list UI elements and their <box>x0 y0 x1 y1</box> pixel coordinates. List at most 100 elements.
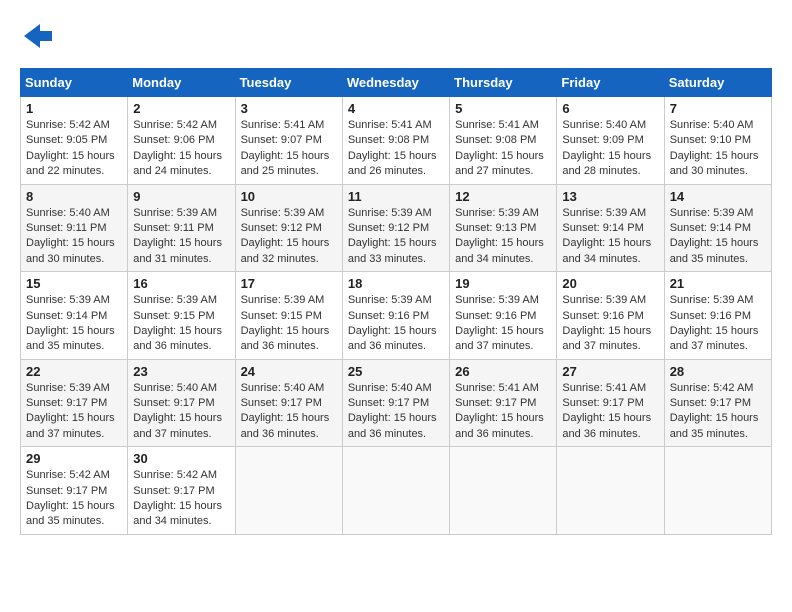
day-number: 27 <box>562 364 658 379</box>
day-of-week-header: Tuesday <box>235 69 342 97</box>
day-number: 22 <box>26 364 122 379</box>
day-number: 2 <box>133 101 229 116</box>
calendar-cell: 18 Sunrise: 5:39 AM Sunset: 9:16 PM Dayl… <box>342 272 449 360</box>
day-number: 21 <box>670 276 766 291</box>
day-number: 1 <box>26 101 122 116</box>
day-of-week-header: Sunday <box>21 69 128 97</box>
calendar-cell: 14 Sunrise: 5:39 AM Sunset: 9:14 PM Dayl… <box>664 184 771 272</box>
logo <box>20 20 58 52</box>
day-number: 11 <box>348 189 444 204</box>
day-info: Sunrise: 5:41 AM Sunset: 9:17 PM Dayligh… <box>455 381 551 443</box>
calendar-cell: 4 Sunrise: 5:41 AM Sunset: 9:08 PM Dayli… <box>342 97 449 185</box>
logo-icon <box>20 20 52 52</box>
calendar-week-row: 22 Sunrise: 5:39 AM Sunset: 9:17 PM Dayl… <box>21 359 772 447</box>
day-number: 23 <box>133 364 229 379</box>
day-info: Sunrise: 5:41 AM Sunset: 9:08 PM Dayligh… <box>455 118 551 180</box>
day-info: Sunrise: 5:39 AM Sunset: 9:14 PM Dayligh… <box>562 206 658 268</box>
day-info: Sunrise: 5:40 AM Sunset: 9:17 PM Dayligh… <box>241 381 337 443</box>
calendar-cell: 23 Sunrise: 5:40 AM Sunset: 9:17 PM Dayl… <box>128 359 235 447</box>
day-number: 18 <box>348 276 444 291</box>
day-info: Sunrise: 5:40 AM Sunset: 9:10 PM Dayligh… <box>670 118 766 180</box>
day-info: Sunrise: 5:40 AM Sunset: 9:09 PM Dayligh… <box>562 118 658 180</box>
day-number: 13 <box>562 189 658 204</box>
calendar-cell: 19 Sunrise: 5:39 AM Sunset: 9:16 PM Dayl… <box>450 272 557 360</box>
day-number: 25 <box>348 364 444 379</box>
calendar-table: SundayMondayTuesdayWednesdayThursdayFrid… <box>20 68 772 535</box>
day-number: 8 <box>26 189 122 204</box>
calendar-cell: 9 Sunrise: 5:39 AM Sunset: 9:11 PM Dayli… <box>128 184 235 272</box>
day-info: Sunrise: 5:39 AM Sunset: 9:11 PM Dayligh… <box>133 206 229 268</box>
calendar-cell: 20 Sunrise: 5:39 AM Sunset: 9:16 PM Dayl… <box>557 272 664 360</box>
calendar-cell: 1 Sunrise: 5:42 AM Sunset: 9:05 PM Dayli… <box>21 97 128 185</box>
calendar-week-row: 1 Sunrise: 5:42 AM Sunset: 9:05 PM Dayli… <box>21 97 772 185</box>
day-of-week-header: Thursday <box>450 69 557 97</box>
calendar-cell: 21 Sunrise: 5:39 AM Sunset: 9:16 PM Dayl… <box>664 272 771 360</box>
calendar-cell: 3 Sunrise: 5:41 AM Sunset: 9:07 PM Dayli… <box>235 97 342 185</box>
calendar-cell: 16 Sunrise: 5:39 AM Sunset: 9:15 PM Dayl… <box>128 272 235 360</box>
calendar-cell: 24 Sunrise: 5:40 AM Sunset: 9:17 PM Dayl… <box>235 359 342 447</box>
day-info: Sunrise: 5:40 AM Sunset: 9:17 PM Dayligh… <box>133 381 229 443</box>
calendar-cell <box>342 447 449 535</box>
day-info: Sunrise: 5:39 AM Sunset: 9:14 PM Dayligh… <box>670 206 766 268</box>
calendar-cell: 8 Sunrise: 5:40 AM Sunset: 9:11 PM Dayli… <box>21 184 128 272</box>
calendar-cell: 6 Sunrise: 5:40 AM Sunset: 9:09 PM Dayli… <box>557 97 664 185</box>
calendar-cell: 25 Sunrise: 5:40 AM Sunset: 9:17 PM Dayl… <box>342 359 449 447</box>
day-info: Sunrise: 5:40 AM Sunset: 9:17 PM Dayligh… <box>348 381 444 443</box>
day-info: Sunrise: 5:39 AM Sunset: 9:15 PM Dayligh… <box>133 293 229 355</box>
day-number: 12 <box>455 189 551 204</box>
calendar-header-row: SundayMondayTuesdayWednesdayThursdayFrid… <box>21 69 772 97</box>
day-info: Sunrise: 5:41 AM Sunset: 9:17 PM Dayligh… <box>562 381 658 443</box>
day-info: Sunrise: 5:42 AM Sunset: 9:17 PM Dayligh… <box>26 468 122 530</box>
calendar-week-row: 29 Sunrise: 5:42 AM Sunset: 9:17 PM Dayl… <box>21 447 772 535</box>
day-info: Sunrise: 5:39 AM Sunset: 9:16 PM Dayligh… <box>562 293 658 355</box>
day-info: Sunrise: 5:39 AM Sunset: 9:16 PM Dayligh… <box>455 293 551 355</box>
day-number: 9 <box>133 189 229 204</box>
day-number: 19 <box>455 276 551 291</box>
day-number: 16 <box>133 276 229 291</box>
day-number: 7 <box>670 101 766 116</box>
calendar-cell: 11 Sunrise: 5:39 AM Sunset: 9:12 PM Dayl… <box>342 184 449 272</box>
calendar-cell: 26 Sunrise: 5:41 AM Sunset: 9:17 PM Dayl… <box>450 359 557 447</box>
calendar-cell: 5 Sunrise: 5:41 AM Sunset: 9:08 PM Dayli… <box>450 97 557 185</box>
day-info: Sunrise: 5:41 AM Sunset: 9:08 PM Dayligh… <box>348 118 444 180</box>
calendar-cell: 28 Sunrise: 5:42 AM Sunset: 9:17 PM Dayl… <box>664 359 771 447</box>
day-info: Sunrise: 5:42 AM Sunset: 9:17 PM Dayligh… <box>670 381 766 443</box>
calendar-cell: 10 Sunrise: 5:39 AM Sunset: 9:12 PM Dayl… <box>235 184 342 272</box>
calendar-cell: 15 Sunrise: 5:39 AM Sunset: 9:14 PM Dayl… <box>21 272 128 360</box>
day-info: Sunrise: 5:40 AM Sunset: 9:11 PM Dayligh… <box>26 206 122 268</box>
calendar-cell: 7 Sunrise: 5:40 AM Sunset: 9:10 PM Dayli… <box>664 97 771 185</box>
page-header <box>20 20 772 52</box>
calendar-cell: 29 Sunrise: 5:42 AM Sunset: 9:17 PM Dayl… <box>21 447 128 535</box>
day-of-week-header: Monday <box>128 69 235 97</box>
day-number: 29 <box>26 451 122 466</box>
calendar-cell: 22 Sunrise: 5:39 AM Sunset: 9:17 PM Dayl… <box>21 359 128 447</box>
day-number: 20 <box>562 276 658 291</box>
day-info: Sunrise: 5:42 AM Sunset: 9:06 PM Dayligh… <box>133 118 229 180</box>
day-info: Sunrise: 5:39 AM Sunset: 9:16 PM Dayligh… <box>670 293 766 355</box>
day-number: 6 <box>562 101 658 116</box>
calendar-cell <box>235 447 342 535</box>
day-number: 17 <box>241 276 337 291</box>
day-info: Sunrise: 5:39 AM Sunset: 9:12 PM Dayligh… <box>241 206 337 268</box>
day-info: Sunrise: 5:39 AM Sunset: 9:13 PM Dayligh… <box>455 206 551 268</box>
day-info: Sunrise: 5:39 AM Sunset: 9:17 PM Dayligh… <box>26 381 122 443</box>
day-info: Sunrise: 5:42 AM Sunset: 9:05 PM Dayligh… <box>26 118 122 180</box>
calendar-cell: 13 Sunrise: 5:39 AM Sunset: 9:14 PM Dayl… <box>557 184 664 272</box>
day-of-week-header: Friday <box>557 69 664 97</box>
day-number: 26 <box>455 364 551 379</box>
day-of-week-header: Wednesday <box>342 69 449 97</box>
day-of-week-header: Saturday <box>664 69 771 97</box>
day-number: 15 <box>26 276 122 291</box>
day-info: Sunrise: 5:39 AM Sunset: 9:16 PM Dayligh… <box>348 293 444 355</box>
day-number: 30 <box>133 451 229 466</box>
calendar-cell <box>450 447 557 535</box>
calendar-week-row: 8 Sunrise: 5:40 AM Sunset: 9:11 PM Dayli… <box>21 184 772 272</box>
day-info: Sunrise: 5:39 AM Sunset: 9:12 PM Dayligh… <box>348 206 444 268</box>
day-number: 5 <box>455 101 551 116</box>
calendar-cell <box>557 447 664 535</box>
calendar-cell: 17 Sunrise: 5:39 AM Sunset: 9:15 PM Dayl… <box>235 272 342 360</box>
day-info: Sunrise: 5:41 AM Sunset: 9:07 PM Dayligh… <box>241 118 337 180</box>
day-number: 24 <box>241 364 337 379</box>
day-number: 3 <box>241 101 337 116</box>
day-number: 10 <box>241 189 337 204</box>
